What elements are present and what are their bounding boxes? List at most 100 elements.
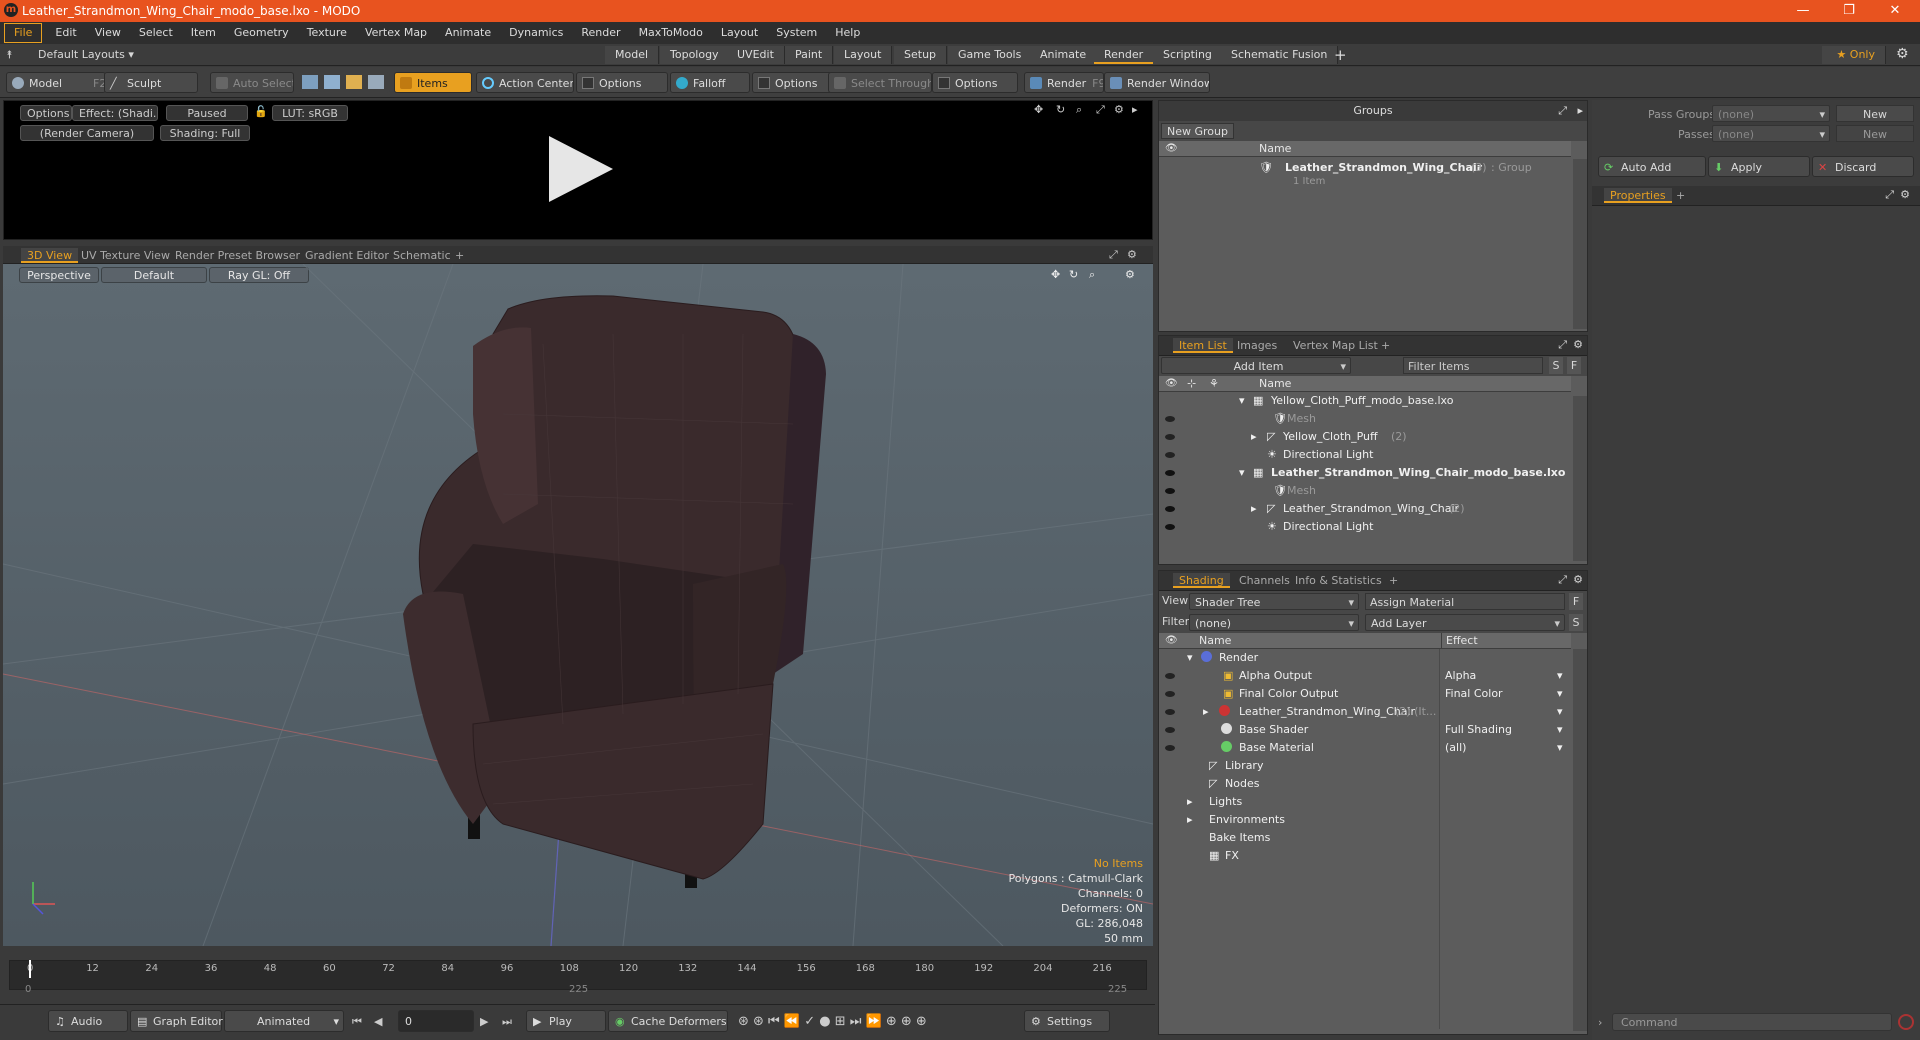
chevron-down-icon[interactable]: ▾ xyxy=(1557,703,1563,721)
tab-gradient-editor[interactable]: Gradient Editor xyxy=(299,248,395,263)
scrollbar[interactable] xyxy=(1573,396,1587,561)
shading-dropdown[interactable]: Shading: Full xyxy=(160,125,250,141)
assign-material-input[interactable]: Assign Material xyxy=(1365,593,1565,610)
arrow-right-icon[interactable]: ▸ xyxy=(1132,103,1138,116)
add-layer-dropdown[interactable]: Add Layer xyxy=(1365,614,1565,632)
render-window-button[interactable]: Render Window xyxy=(1104,72,1210,93)
gear-icon[interactable]: ⚙ xyxy=(1573,573,1583,586)
zoom-icon[interactable]: ⌕ xyxy=(1076,103,1082,117)
eye-icon[interactable] xyxy=(1165,470,1175,476)
f-button[interactable]: F xyxy=(1567,357,1581,374)
eye-icon[interactable] xyxy=(1165,488,1175,494)
frame-input[interactable]: 0 xyxy=(398,1010,474,1032)
menu-layout[interactable]: Layout xyxy=(712,22,767,44)
eye-icon[interactable] xyxy=(1165,691,1175,697)
chevron-right-icon[interactable]: › xyxy=(1598,1016,1602,1029)
shader-row[interactable]: ▾ Render xyxy=(1159,649,1571,667)
select-through-button[interactable]: Select Through xyxy=(828,72,932,93)
menu-file[interactable]: File xyxy=(4,23,43,43)
gear-icon[interactable]: ⚙ xyxy=(1896,46,1909,62)
tab-shading[interactable]: Shading xyxy=(1173,573,1230,588)
eye-icon[interactable] xyxy=(1165,727,1175,733)
rotate-icon[interactable]: ↻ xyxy=(1056,103,1065,116)
shader-row[interactable]: ▸ Lights xyxy=(1159,793,1571,811)
s-button[interactable]: S xyxy=(1549,357,1563,374)
maximize-icon[interactable]: ⤢ xyxy=(1885,188,1894,202)
close-button[interactable]: ✕ xyxy=(1872,0,1918,22)
tab-paint[interactable]: Paint xyxy=(785,46,834,64)
shader-row[interactable]: ▸ Environments xyxy=(1159,811,1571,829)
add-tab-button[interactable]: + xyxy=(1383,573,1404,588)
command-input[interactable]: Command xyxy=(1612,1013,1892,1031)
add-item-dropdown[interactable]: Add Item xyxy=(1161,357,1351,375)
shader-row[interactable]: Base Material (all) ▾ xyxy=(1159,739,1571,757)
eye-icon[interactable] xyxy=(1165,524,1175,530)
eye-icon[interactable] xyxy=(1165,506,1175,512)
collapse-icon[interactable]: ⯭ xyxy=(6,48,13,62)
new-group-button[interactable]: New Group xyxy=(1161,123,1234,139)
eye-icon[interactable] xyxy=(1165,416,1175,422)
items-mode-button[interactable]: Items xyxy=(394,72,472,93)
tab-render[interactable]: Render xyxy=(1094,46,1155,64)
new-pass-button[interactable]: New xyxy=(1836,125,1914,142)
action-center-button[interactable]: Action Center xyxy=(476,72,574,93)
menu-edit[interactable]: Edit xyxy=(46,22,85,44)
menu-texture[interactable]: Texture xyxy=(298,22,356,44)
key-tools-icons[interactable]: ⊛ ⊛ ⏮ ⏪ ✓ ● ⊞ ⏭ ⏩ ⊕ ⊕ ⊕ xyxy=(738,1014,927,1029)
list-item[interactable]: ▾ ▦ Yellow_Cloth_Puff_modo_base.lxo xyxy=(1159,392,1571,410)
lut-dropdown[interactable]: LUT: sRGB xyxy=(272,105,348,121)
viewport-3d[interactable]: Perspective Default Ray GL: Off ✥ ↻ ⌕ ⚙ xyxy=(3,264,1153,946)
chevron-down-icon[interactable]: ▾ xyxy=(1557,667,1563,685)
view-dropdown[interactable]: Shader Tree xyxy=(1189,593,1359,611)
chevron-down-icon[interactable]: ▾ xyxy=(1557,739,1563,757)
add-tab-button[interactable]: + xyxy=(1670,188,1691,203)
animated-dropdown[interactable]: Animated ▾ xyxy=(224,1010,344,1032)
action-center-options-button[interactable]: Options xyxy=(576,72,668,93)
settings-button[interactable]: ⚙ Settings xyxy=(1024,1010,1110,1032)
maximize-icon[interactable]: ⤢ xyxy=(1096,103,1105,117)
shader-row[interactable]: ◸ Nodes xyxy=(1159,775,1571,793)
auto-select-button[interactable]: Auto Select xyxy=(210,72,294,93)
tab-schematic-fusion[interactable]: Schematic Fusion xyxy=(1221,46,1339,64)
tab-info-statistics[interactable]: Info & Statistics xyxy=(1289,573,1388,588)
list-item[interactable]: 🛡 Mesh xyxy=(1159,482,1571,500)
first-frame-icon[interactable]: ⏮ xyxy=(352,1015,362,1029)
tab-schematic[interactable]: Schematic xyxy=(387,248,457,263)
eye-icon[interactable] xyxy=(1165,745,1175,751)
f-button[interactable]: F xyxy=(1569,593,1583,610)
menu-item[interactable]: Item xyxy=(182,22,225,44)
render-button[interactable]: RenderF9 xyxy=(1024,72,1104,93)
record-icon[interactable] xyxy=(1898,1014,1914,1030)
last-frame-icon[interactable]: ⏭ xyxy=(502,1015,512,1029)
eye-icon[interactable] xyxy=(1165,673,1175,679)
chevron-down-icon[interactable]: ▾ xyxy=(1557,721,1563,739)
timeline[interactable]: 0 12 24 36 48 60 72 84 96 108 120 132 144 156 168 180 19… xyxy=(3,950,1153,1000)
render-camera-dropdown[interactable]: (Render Camera) xyxy=(20,125,154,141)
tab-uv-texture-view[interactable]: UV Texture View xyxy=(75,248,176,263)
layouts-dropdown[interactable]: Default Layouts ▾ xyxy=(38,48,134,61)
expand-icon[interactable]: ▸ xyxy=(1251,500,1257,518)
tab-setup[interactable]: Setup xyxy=(894,46,948,64)
list-item[interactable]: ▸ ◸ Yellow_Cloth_Puff (2) xyxy=(1159,428,1571,446)
menu-render[interactable]: Render xyxy=(572,22,629,44)
tab-vertex-map-list[interactable]: Vertex Map List xyxy=(1287,338,1384,353)
shader-row[interactable]: Base Shader Full Shading ▾ xyxy=(1159,721,1571,739)
shader-row[interactable]: ▣ Final Color Output Final Color ▾ xyxy=(1159,685,1571,703)
tab-animate[interactable]: Animate xyxy=(1030,46,1098,64)
tab-render-preset-browser[interactable]: Render Preset Browser xyxy=(169,248,306,263)
maximize-icon[interactable]: ⤢ xyxy=(1558,573,1567,587)
list-item[interactable]: ☀ Directional Light xyxy=(1159,446,1571,464)
play-button[interactable]: ▶ Play xyxy=(526,1010,606,1032)
expand-icon[interactable]: ▾ xyxy=(1239,392,1245,410)
vertices-icon[interactable] xyxy=(302,75,318,89)
shader-row[interactable]: Bake Items xyxy=(1159,829,1571,847)
graph-editor-button[interactable]: ▤ Graph Editor xyxy=(130,1010,223,1032)
passes-dropdown[interactable]: (none) xyxy=(1712,125,1830,143)
expand-icon[interactable]: ▸ xyxy=(1187,793,1193,811)
tab-scripting[interactable]: Scripting xyxy=(1153,46,1223,64)
tab-model[interactable]: Model xyxy=(605,46,660,64)
render-preview[interactable]: Options Effect: (Shadi... Paused 🔓 LUT: … xyxy=(3,100,1153,240)
effect-dropdown[interactable]: Effect: (Shadi... xyxy=(72,105,158,121)
list-item[interactable]: 🛡 Mesh xyxy=(1159,410,1571,428)
shader-row[interactable]: ▣ Alpha Output Alpha ▾ xyxy=(1159,667,1571,685)
